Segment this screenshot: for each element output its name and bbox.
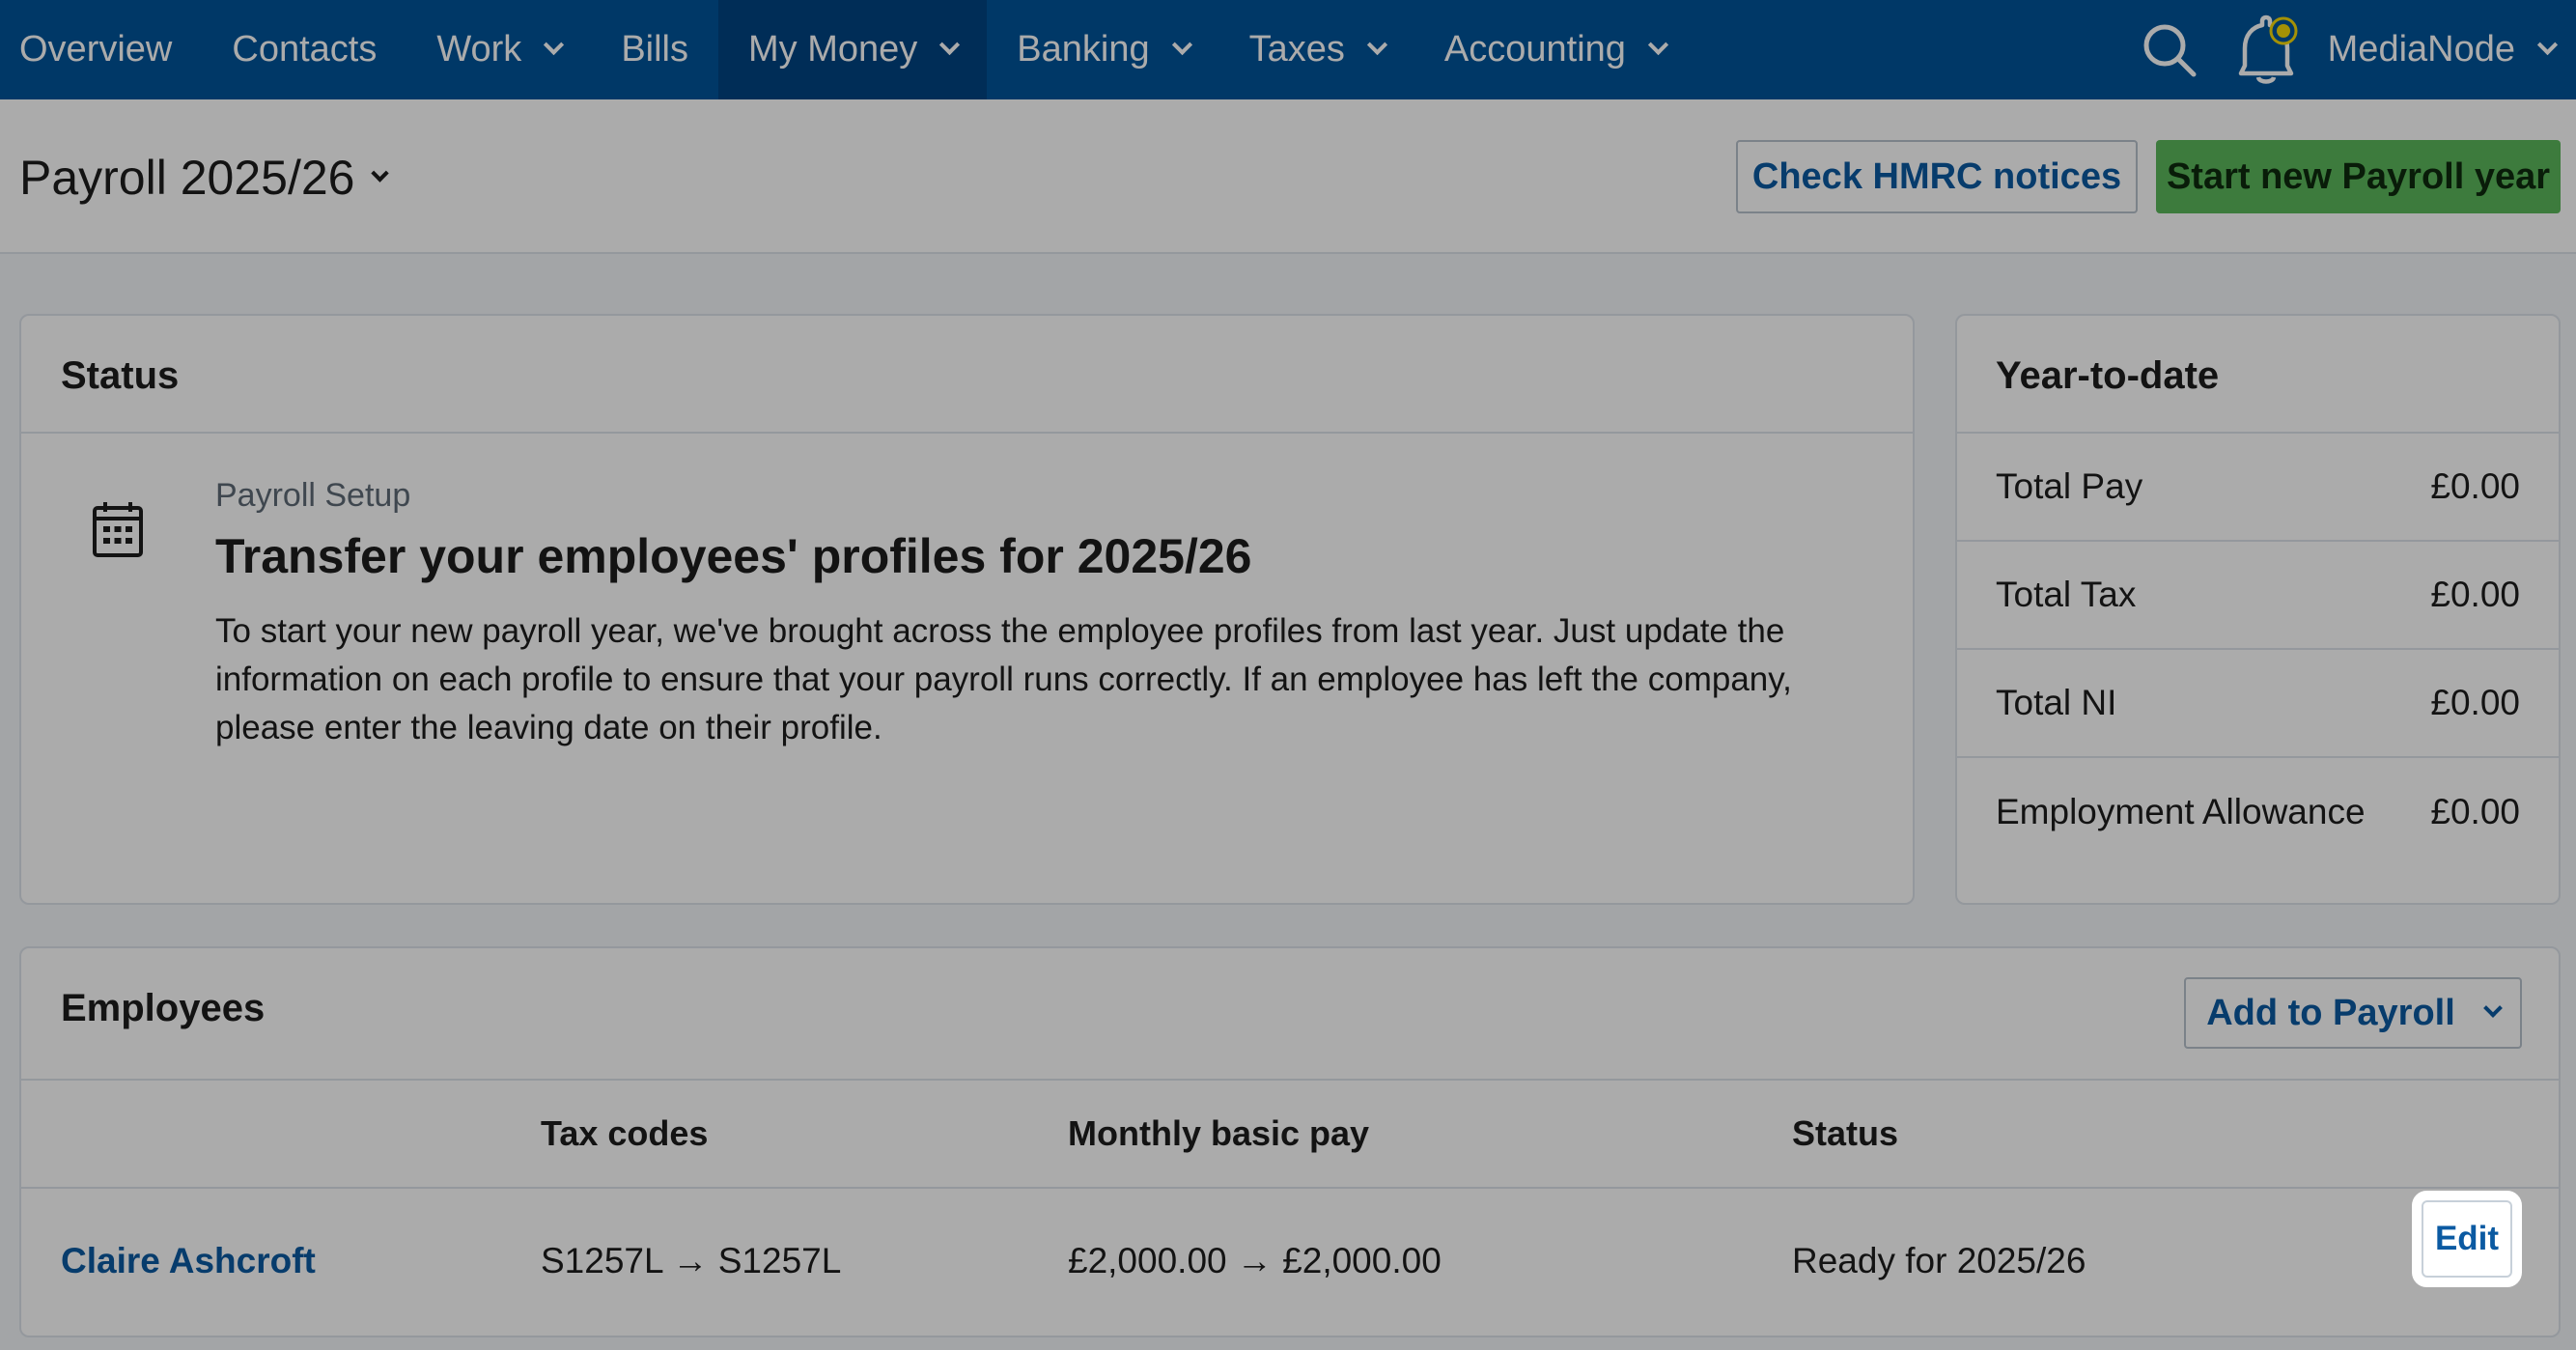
nav-taxes[interactable]: Taxes xyxy=(1219,0,1414,99)
ytd-row-total-tax: Total Tax £0.00 xyxy=(1957,542,2559,650)
notifications-button[interactable] xyxy=(2218,0,2314,99)
account-label: MediaNode xyxy=(2327,29,2515,70)
nav-banking[interactable]: Banking xyxy=(987,0,1218,99)
ytd-row-total-ni: Total NI £0.00 xyxy=(1957,650,2559,758)
employee-name-link[interactable]: Claire Ashcroft xyxy=(61,1241,316,1281)
page-header: Payroll 2025/26 Check HMRC notices Start… xyxy=(0,99,2576,254)
chevron-down-icon xyxy=(1171,34,1192,56)
bell-icon xyxy=(2238,14,2298,84)
top-nav: Overview Contacts Work Bills My Money Ba… xyxy=(0,0,2576,99)
chevron-down-icon xyxy=(2536,34,2559,56)
nav-overview[interactable]: Overview xyxy=(0,0,202,99)
calendar-icon xyxy=(93,502,143,557)
nav-contacts[interactable]: Contacts xyxy=(202,0,406,99)
column-header-tax-codes: Tax codes xyxy=(541,1113,709,1153)
search-button[interactable] xyxy=(2121,0,2218,99)
chevron-down-icon xyxy=(939,34,961,56)
nav-right: MediaNode xyxy=(2121,0,2576,99)
nav-work[interactable]: Work xyxy=(406,0,591,99)
add-to-payroll-button[interactable]: Add to Payroll xyxy=(2184,977,2522,1049)
page-title: Payroll 2025/26 xyxy=(19,151,355,205)
ytd-row-total-pay: Total Pay £0.00 xyxy=(1957,434,2559,542)
edit-employee-button[interactable]: Edit xyxy=(2422,1200,2512,1278)
account-menu[interactable]: MediaNode xyxy=(2314,0,2576,99)
nav-label: My Money xyxy=(748,29,918,70)
table-header: Tax codes Monthly basic pay Status xyxy=(21,1081,2559,1189)
chevron-down-icon xyxy=(371,163,390,183)
status-cell: Ready for 2025/26 xyxy=(1792,1241,2086,1280)
employees-card: Employees Add to Payroll Tax codes Month… xyxy=(19,946,2561,1337)
ytd-label: Total Tax xyxy=(1996,575,2137,614)
employees-card-header: Employees Add to Payroll xyxy=(21,948,2559,1081)
nav-bills[interactable]: Bills xyxy=(591,0,718,99)
chevron-down-icon xyxy=(1366,34,1387,56)
chevron-down-icon xyxy=(1647,34,1669,56)
column-header-status: Status xyxy=(1792,1113,1899,1153)
nav-label: Banking xyxy=(1017,29,1150,70)
nav-accounting[interactable]: Accounting xyxy=(1414,0,1695,99)
ytd-card: Year-to-date Total Pay £0.00 Total Tax £0.… xyxy=(1955,314,2561,905)
employees-title: Employees xyxy=(61,987,266,1029)
payroll-year-selector[interactable]: Payroll 2025/26 xyxy=(19,150,390,206)
setup-heading: Transfer your employees' profiles for 20… xyxy=(215,529,1252,583)
ytd-title: Year-to-date xyxy=(1996,354,2220,397)
ytd-label: Total NI xyxy=(1996,683,2117,722)
status-card-header: Status xyxy=(21,316,1913,434)
chevron-down-icon xyxy=(2482,998,2503,1018)
check-hmrc-notices-button[interactable]: Check HMRC notices xyxy=(1736,140,2138,213)
ytd-value: £0.00 xyxy=(2430,466,2520,506)
column-header-monthly-pay: Monthly basic pay xyxy=(1068,1113,1370,1153)
add-to-payroll-label: Add to Payroll xyxy=(2206,992,2455,1033)
nav-label: Accounting xyxy=(1443,29,1626,70)
nav-my-money[interactable]: My Money xyxy=(718,0,988,99)
ytd-row-employment-allowance: Employment Allowance £0.00 xyxy=(1957,758,2559,866)
nav-label: Contacts xyxy=(232,29,378,70)
tax-code-cell: S1257L → S1257L xyxy=(541,1241,842,1280)
setup-body: To start your new payroll year, we've br… xyxy=(215,612,1792,746)
nav-label: Taxes xyxy=(1248,29,1345,70)
ytd-value: £0.00 xyxy=(2430,575,2520,614)
setup-label: Payroll Setup xyxy=(215,477,411,514)
ytd-card-header: Year-to-date xyxy=(1957,316,2559,434)
ytd-value: £0.00 xyxy=(2430,792,2520,831)
table-row: Claire Ashcroft S1257L → S1257L £2,000.0… xyxy=(21,1189,2559,1334)
start-new-payroll-year-button[interactable]: Start new Payroll year xyxy=(2156,140,2561,213)
chevron-down-icon xyxy=(544,34,565,56)
search-icon xyxy=(2143,24,2197,76)
nav-label: Overview xyxy=(19,29,173,70)
ytd-label: Employment Allowance xyxy=(1996,792,2366,831)
monthly-pay-cell: £2,000.00 → £2,000.00 xyxy=(1068,1241,1442,1280)
nav-label: Bills xyxy=(621,29,688,70)
status-title: Status xyxy=(61,354,180,397)
ytd-label: Total Pay xyxy=(1996,466,2143,506)
nav-label: Work xyxy=(436,29,522,70)
status-card: Status Payroll Setup Transfer your emplo… xyxy=(19,314,1915,905)
ytd-value: £0.00 xyxy=(2430,683,2520,722)
